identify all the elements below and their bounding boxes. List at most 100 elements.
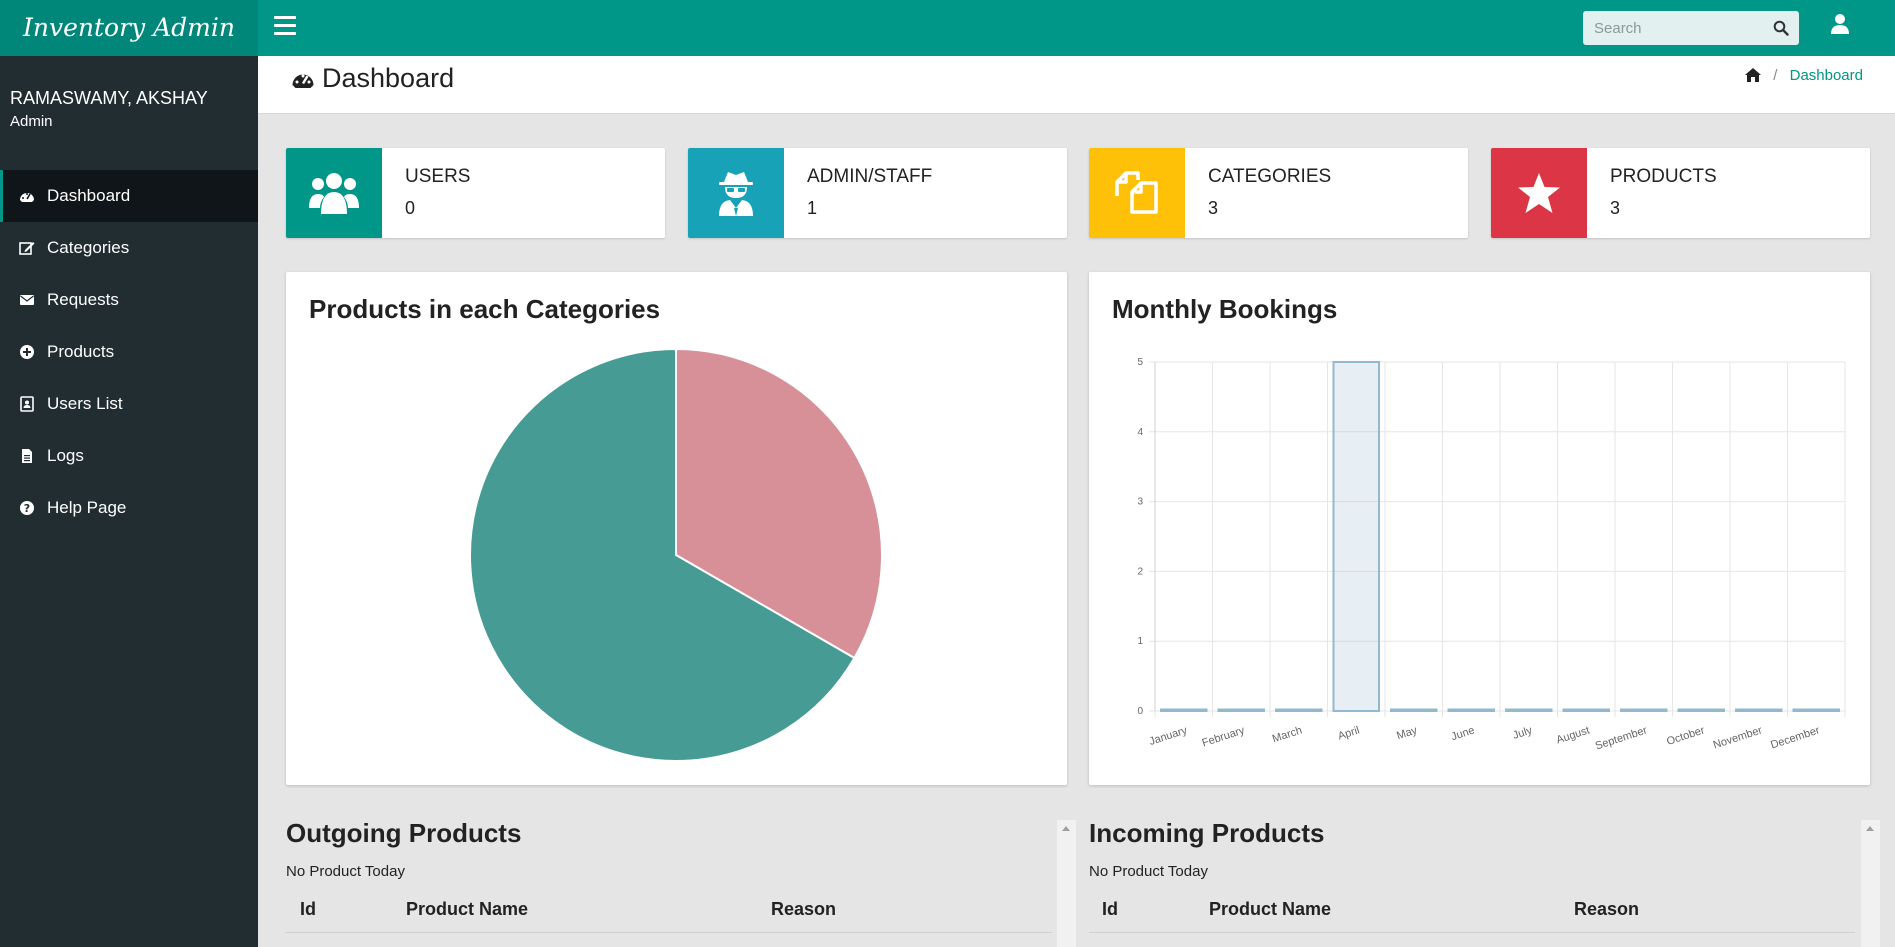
user-profile: RAMASWAMY, AKSHAY Admin [0,56,258,170]
breadcrumb: / Dashboard [1745,66,1863,86]
stat-card-admin-staff[interactable]: ADMIN/STAFF 1 [688,148,1067,238]
plus-circle-icon [20,345,34,359]
user-secret-icon [719,172,753,216]
sidebar: RAMASWAMY, AKSHAY Admin Dashboard Catego… [0,56,258,947]
bar[interactable] [1217,708,1265,712]
outgoing-col-reason[interactable]: Reason [771,899,836,920]
sidebar-item-label: Users List [47,394,123,413]
profile-role: Admin [10,113,53,130]
home-icon[interactable] [1745,68,1762,82]
incoming-col-product-name[interactable]: Product Name [1209,899,1331,920]
incoming-col-reason[interactable]: Reason [1574,899,1639,920]
stat-icon-box [688,148,784,238]
svg-text:?: ? [24,502,30,515]
top-navbar: Inventory Admin [0,0,1895,56]
sidebar-item-help-page[interactable]: ? Help Page [0,482,258,534]
search-box [1583,11,1799,45]
question-circle-icon: ? [20,501,34,515]
stat-card-categories[interactable]: CATEGORIES 3 [1089,148,1468,238]
outgoing-col-product-name[interactable]: Product Name [406,899,528,920]
bar[interactable] [1332,361,1380,712]
x-tick-label: September [1594,724,1649,752]
address-book-icon [20,396,34,412]
user-icon[interactable] [1830,13,1850,35]
bar[interactable] [1275,708,1323,712]
edit-icon [19,242,35,255]
x-tick-label: November [1712,724,1764,751]
sidebar-item-users-list[interactable]: Users List [0,378,258,430]
stat-card-products[interactable]: PRODUCTS 3 [1491,148,1870,238]
y-tick-label: 4 [1137,427,1143,438]
bar[interactable] [1447,708,1495,712]
stat-value: 3 [1610,198,1621,218]
x-tick-label: August [1555,724,1591,746]
scroll-up-icon[interactable] [1062,826,1070,831]
table-divider [286,932,1052,933]
users-icon [309,173,359,214]
stat-label: CATEGORIES [1208,166,1332,187]
stat-label: PRODUCTS [1610,166,1717,187]
pie-chart [469,347,883,762]
sidebar-item-label: Categories [47,238,130,257]
page-title: Dashboard [290,60,454,96]
x-tick-label: March [1271,724,1304,745]
incoming-col-id[interactable]: Id [1102,899,1118,920]
sidebar-item-label: Dashboard [47,186,131,205]
bar[interactable] [1735,708,1783,712]
sidebar-item-label: Help Page [47,498,127,517]
breadcrumb-separator: / [1773,67,1778,84]
sidebar-item-categories[interactable]: Categories [0,222,258,274]
menu-toggle-icon[interactable] [274,16,296,36]
bar-chart: 0 1 2 3 4 5 January February March April May June Ju… [1137,357,1846,752]
stat-icon-box [1089,148,1185,238]
y-tick-label: 5 [1137,357,1143,368]
sidebar-item-label: Products [47,342,115,361]
table-divider [1089,932,1855,933]
bar[interactable] [1562,708,1610,712]
incoming-empty-text: No Product Today [1089,863,1208,880]
sidebar-item-label: Requests [47,290,119,309]
bar[interactable] [1677,708,1725,712]
bar[interactable] [1160,708,1208,712]
dashboard-icon [20,193,34,202]
sidebar-item-logs[interactable]: Logs [0,430,258,482]
stat-value: 1 [807,198,818,218]
sidebar-item-requests[interactable]: Requests [0,274,258,326]
outgoing-col-id[interactable]: Id [300,899,316,920]
dashboard-icon [292,74,314,88]
x-tick-label: February [1201,724,1247,749]
stat-card-users[interactable]: USERS 0 [286,148,665,238]
sidebar-item-dashboard[interactable]: Dashboard [0,170,258,222]
file-icon [22,449,32,463]
x-tick-label: December [1769,724,1821,751]
y-tick-label: 1 [1137,636,1143,647]
bar[interactable] [1390,708,1438,712]
sidebar-item-label: Logs [47,446,84,465]
brand-logo[interactable]: Inventory Admin [0,0,258,56]
star-icon [1518,173,1560,213]
incoming-scrollbar[interactable] [1861,820,1880,947]
search-input[interactable] [1583,11,1763,45]
outgoing-scrollbar[interactable] [1057,820,1076,947]
stat-value: 3 [1208,198,1219,218]
x-tick-label: January [1148,724,1189,748]
pie-chart-panel: Products in each Categories [286,272,1067,785]
bar[interactable] [1505,708,1553,712]
y-tick-label: 3 [1137,497,1143,508]
bar[interactable] [1620,708,1668,712]
scroll-up-icon[interactable] [1866,826,1874,831]
sidebar-item-products[interactable]: Products [0,326,258,378]
search-icon[interactable] [1773,20,1789,36]
outgoing-title: Outgoing Products [286,818,522,848]
x-tick-label: June [1450,724,1476,743]
stat-icon-box [1491,148,1587,238]
x-tick-label: July [1511,724,1534,742]
bar[interactable] [1792,708,1840,712]
breadcrumb-current[interactable]: Dashboard [1790,67,1863,84]
stat-label: ADMIN/STAFF [807,166,933,187]
sidebar-menu: Dashboard Categories Requests Products U… [0,170,258,534]
x-tick-label: May [1395,724,1419,742]
stat-icon-box [286,148,382,238]
copy-icon [1115,171,1158,214]
outgoing-empty-text: No Product Today [286,863,405,880]
